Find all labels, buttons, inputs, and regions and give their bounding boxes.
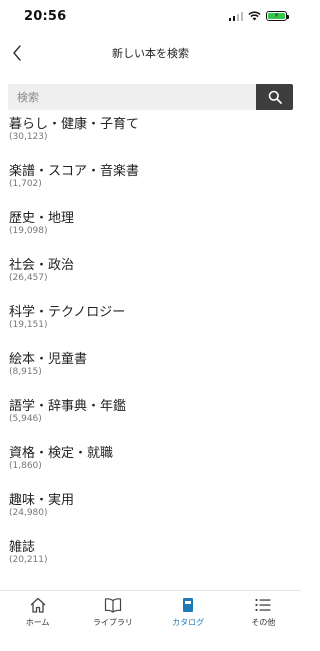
category-name: 楽譜・スコア・音楽書 [9,164,140,179]
category-item[interactable]: 絵本・児童書 (8,915) [0,342,301,389]
category-name: 絵本・児童書 [9,352,88,367]
category-item[interactable]: 趣味・実用 (24,980) [0,483,301,530]
category-count: (19,098) [9,226,48,236]
menu-icon [254,597,272,613]
category-count: (30,123) [9,132,48,142]
category-name: 科学・テクノロジー [9,305,126,320]
search-button[interactable] [256,84,293,110]
category-name: 趣味・実用 [9,493,75,508]
category-count: (19,151) [9,320,48,330]
category-count: (1,860) [9,461,42,471]
category-item[interactable]: 科学・テクノロジー (19,151) [0,295,301,342]
category-item[interactable]: 楽譜・スコア・音楽書 (1,702) [0,154,301,201]
category-name: 語学・辞事典・年鑑 [9,399,127,414]
category-list: 暮らし・健康・子育て (30,123) 楽譜・スコア・音楽書 (1,702) 歴史・地理… [0,116,301,590]
book-icon [104,597,122,613]
category-count: (5,946) [9,414,42,424]
category-count: (8,915) [9,367,42,377]
page-title: 新しい本を検索 [112,47,189,60]
status-icons: ⚡ [228,11,289,21]
category-item[interactable]: 歴史・地理 (19,098) [0,201,301,248]
tab-other[interactable]: その他 [226,591,301,651]
category-item[interactable]: 暮らし・健康・子育て (30,123) [0,116,301,154]
search-bar [8,84,293,110]
category-name: 資格・検定・就職 [9,446,114,461]
tab-label: ライブラリ [92,618,133,627]
nav-bar: 新しい本を検索 [0,32,301,76]
search-input[interactable] [8,84,256,110]
category-count: (26,457) [9,273,48,283]
tab-label: カタログ [172,618,205,627]
category-count: (1,702) [9,179,42,189]
wifi-icon [248,11,261,21]
tab-label: ホーム [25,618,50,627]
status-bar: 20:56 ⚡ [0,0,301,32]
category-count: (24,980) [9,508,48,518]
battery-icon: ⚡ [266,11,289,21]
category-count: (20,211) [9,555,48,565]
status-time: 20:56 [24,9,67,24]
home-icon [29,597,47,613]
category-item[interactable]: 雑誌 (20,211) [0,530,301,577]
category-name: 暮らし・健康・子育て [9,117,140,132]
category-item[interactable]: 資格・検定・就職 (1,860) [0,436,301,483]
signal-icon [228,11,243,21]
tab-library[interactable]: ライブラリ [75,591,150,651]
category-name: 歴史・地理 [9,211,75,226]
tab-label: その他 [251,618,276,627]
tab-bar: ホーム ライブラリ カタログ その他 [0,590,301,651]
tab-catalog[interactable]: カタログ [151,591,226,651]
catalog-icon [179,597,197,613]
tab-home[interactable]: ホーム [0,591,75,651]
category-item[interactable]: 語学・辞事典・年鑑 (5,946) [0,389,301,436]
category-item[interactable]: 社会・政治 (26,457) [0,248,301,295]
search-icon [268,90,282,104]
category-name: 社会・政治 [9,258,75,273]
category-name: 雑誌 [9,540,36,555]
